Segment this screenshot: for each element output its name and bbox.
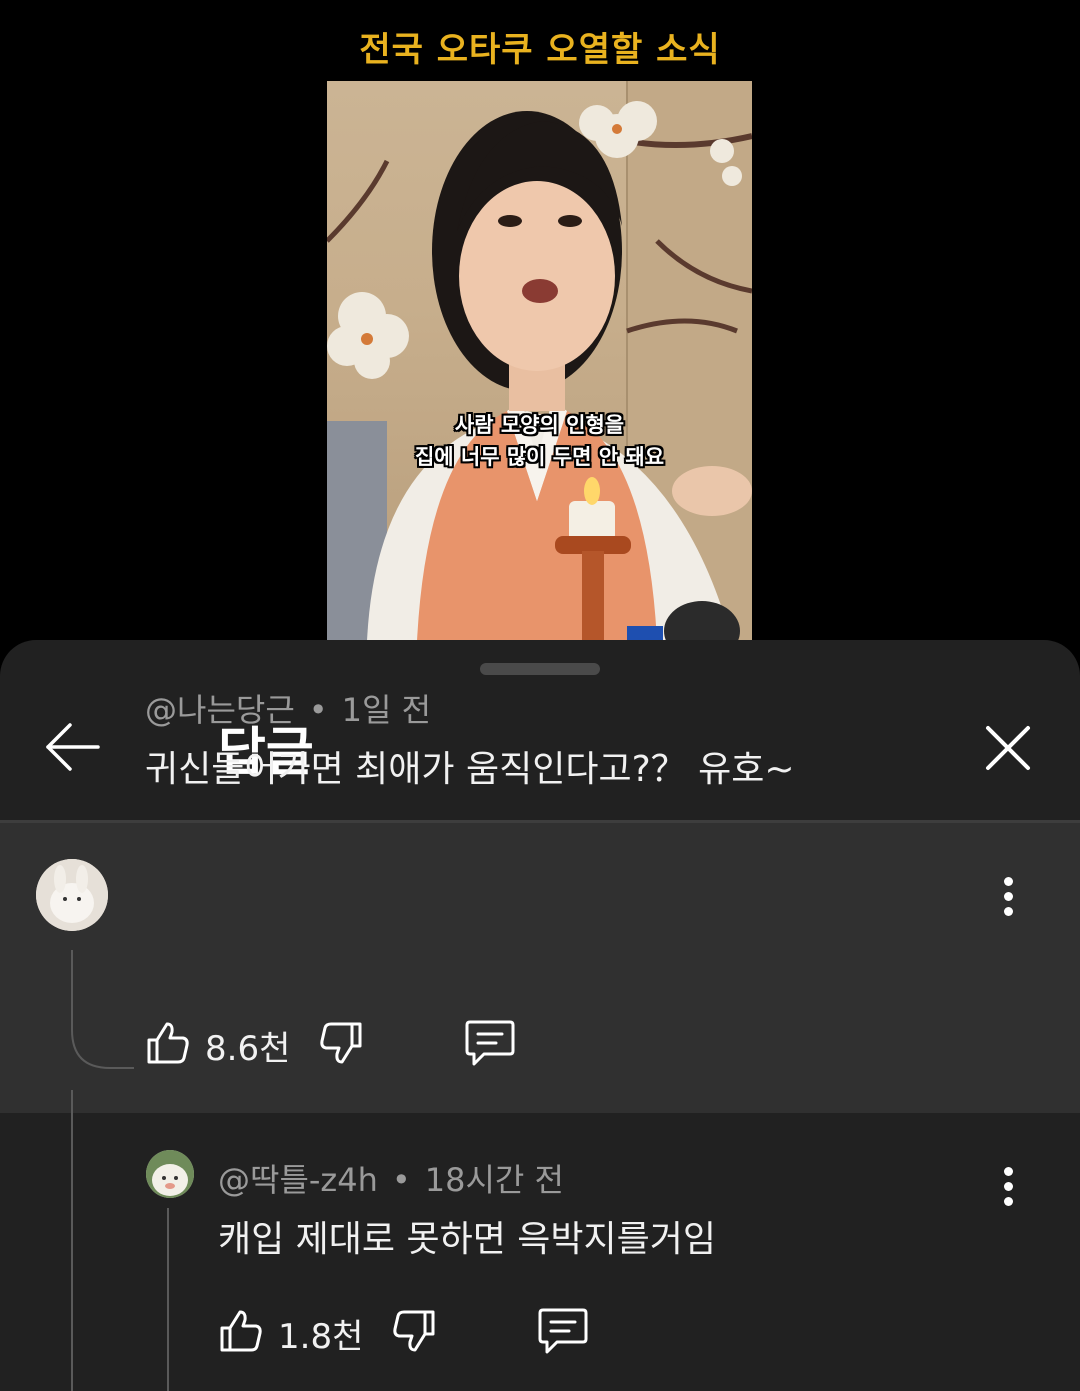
more-options-button[interactable] xyxy=(998,1167,1018,1211)
like-count: 8.6천 xyxy=(205,1028,291,1069)
reply-thread-line xyxy=(167,1208,169,1391)
thumbs-down-icon xyxy=(320,1022,362,1064)
character-avatar-image xyxy=(146,1150,194,1198)
comment-author[interactable]: @딱틀-z4h xyxy=(218,1161,378,1199)
like-button[interactable] xyxy=(145,1020,191,1070)
more-vertical-icon xyxy=(1003,877,1013,886)
more-vertical-icon-dot xyxy=(1003,907,1013,916)
video-title: 전국 오타쿠 오열할 소식 xyxy=(359,30,721,70)
comment-author[interactable]: @나는당근 xyxy=(145,691,295,729)
comment-time: 1일 전 xyxy=(341,691,432,729)
more-vertical-icon xyxy=(1003,1167,1013,1176)
comment-actions: 1.8천 xyxy=(218,1306,589,1360)
thread-line xyxy=(71,1090,73,1391)
comment-text: 귀신들어가면 최애가 움직인다고?？ 유호~ xyxy=(145,749,795,790)
reply-button[interactable] xyxy=(464,1018,516,1072)
comment-time: 18시간 전 xyxy=(424,1161,564,1199)
video-subtitle-line2: 집에 너무 많이 두면 안 돼요 xyxy=(414,445,665,469)
arrow-left-icon xyxy=(46,723,100,771)
meta-separator: • xyxy=(391,1161,411,1199)
like-count: 1.8천 xyxy=(278,1316,364,1357)
back-button[interactable] xyxy=(44,722,102,772)
avatar[interactable] xyxy=(36,859,108,931)
drag-handle[interactable] xyxy=(480,663,600,675)
replies-sheet: 답글 @나는당근 • 1일 전 귀신들어가면 최애가 움직인다고?？ 유호~ 8… xyxy=(0,640,1080,1391)
thumbs-down-icon xyxy=(393,1310,435,1352)
more-options-button[interactable] xyxy=(998,877,1018,921)
reply-button[interactable] xyxy=(537,1306,589,1360)
avatar[interactable] xyxy=(146,1150,194,1198)
dislike-button[interactable] xyxy=(391,1308,437,1358)
more-vertical-icon-dot xyxy=(1003,1197,1013,1206)
dislike-button[interactable] xyxy=(318,1020,364,1070)
comment-icon xyxy=(465,1020,515,1066)
like-button[interactable] xyxy=(218,1308,264,1358)
comment-icon xyxy=(538,1308,588,1354)
thread-connector xyxy=(71,1240,73,1360)
comment-text: 캐입 제대로 못하면 윽박지를거임 xyxy=(218,1219,717,1260)
meta-separator: • xyxy=(308,691,328,729)
close-button[interactable] xyxy=(982,722,1034,774)
comment-actions: 8.6천 xyxy=(145,1018,516,1072)
thumbs-up-icon xyxy=(220,1310,262,1352)
close-icon xyxy=(986,726,1030,770)
more-vertical-icon-dot xyxy=(1003,892,1013,901)
video-subtitle-line1: 사람 모양의 인형을 xyxy=(454,413,625,437)
video-thumbnail-image xyxy=(327,81,752,641)
comment-meta: @나는당근 • 1일 전 xyxy=(145,685,431,731)
more-vertical-icon-dot xyxy=(1003,1182,1013,1191)
comment-meta: @딱틀-z4h • 18시간 전 xyxy=(218,1155,564,1201)
thumbs-up-icon xyxy=(147,1022,189,1064)
bunny-avatar-image xyxy=(36,859,108,931)
thread-connector-top xyxy=(71,950,134,1069)
video-player[interactable]: 사람 모양의 인형을 집에 너무 많이 두면 안 돼요 xyxy=(327,81,752,641)
